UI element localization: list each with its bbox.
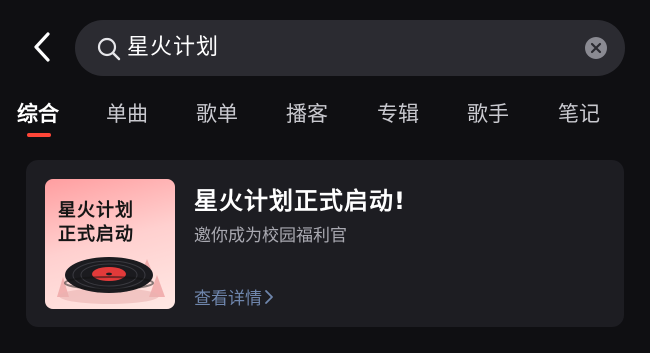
- cover-title: 星火计划 正式启动: [58, 199, 168, 247]
- tab-playlists[interactable]: 歌单: [196, 96, 238, 132]
- search-category-tabs: 综合 单曲 歌单 播客 专辑 歌手 笔记: [0, 96, 650, 140]
- tab-all[interactable]: 综合: [17, 96, 59, 132]
- search-input[interactable]: 星火计划: [127, 20, 219, 76]
- card-title: 星火计划正式启动!: [194, 187, 406, 215]
- cover-title-line1: 星火计划: [58, 200, 134, 221]
- back-arrow-icon: [34, 32, 50, 62]
- clear-icon[interactable]: [585, 37, 607, 59]
- chevron-right-icon: [265, 289, 273, 304]
- tab-notes[interactable]: 笔记: [558, 96, 600, 132]
- active-tab-indicator: [27, 133, 51, 137]
- tab-podcasts[interactable]: 播客: [286, 96, 328, 132]
- tab-artists[interactable]: 歌手: [467, 96, 509, 132]
- view-details-label: 查看详情: [194, 289, 262, 309]
- view-details-link[interactable]: 查看详情: [194, 284, 274, 309]
- search-icon: [97, 37, 121, 61]
- result-card[interactable]: 星火计划 正式启动 星火计划正式启动! 邀你成为校园福利官 查看详情: [26, 160, 624, 327]
- tab-songs[interactable]: 单曲: [106, 96, 148, 132]
- tab-albums[interactable]: 专辑: [377, 96, 419, 132]
- card-subtitle: 邀你成为校园福利官: [194, 226, 347, 246]
- back-button[interactable]: [28, 30, 56, 64]
- cover-title-line2: 正式启动: [58, 224, 134, 245]
- search-bar[interactable]: 星火计划: [75, 20, 625, 76]
- cover-image: 星火计划 正式启动: [45, 179, 175, 309]
